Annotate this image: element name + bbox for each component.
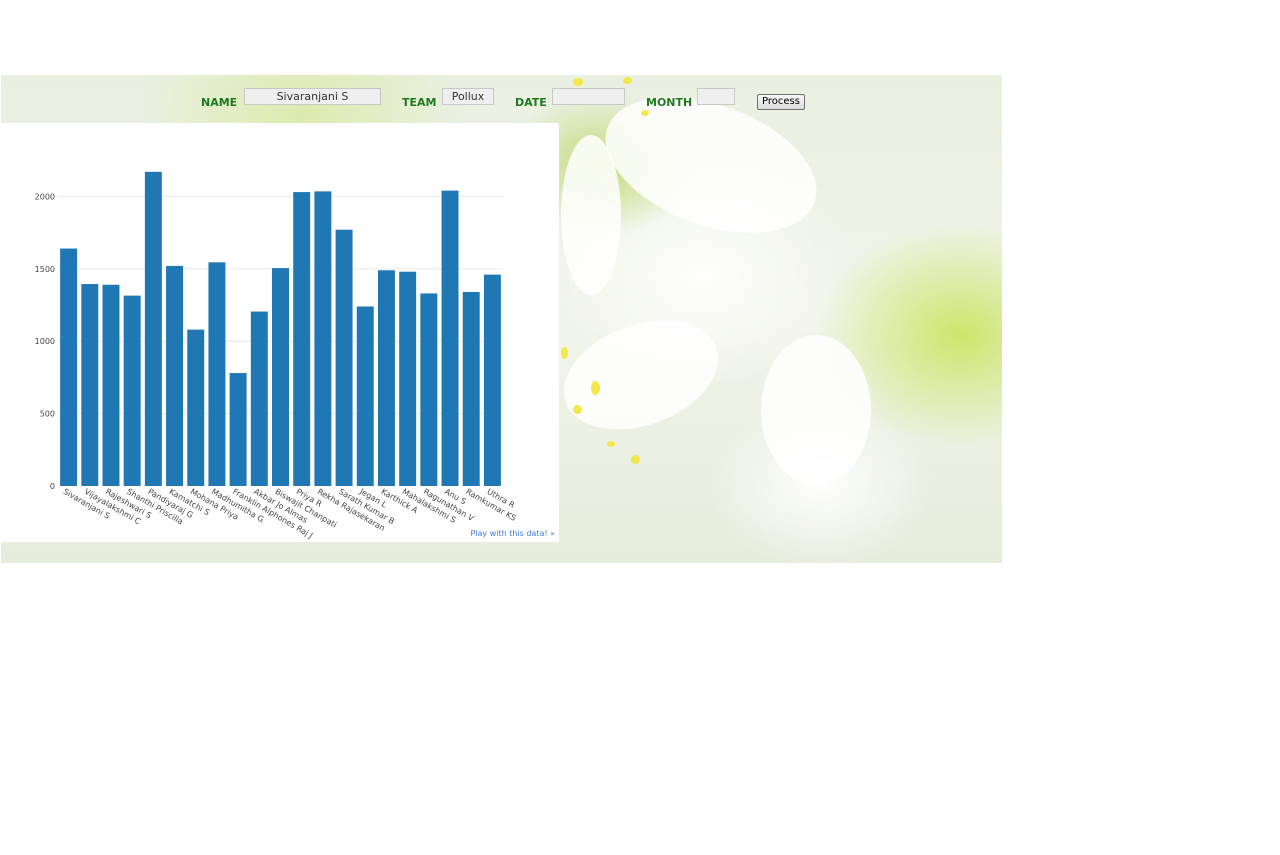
bar[interactable] [123,295,141,486]
bar[interactable] [229,373,247,486]
bar-chart: 0500100015002000Sivaranjani SVijayalaksh… [35,171,518,540]
bar[interactable] [335,229,353,486]
bar[interactable] [187,329,205,486]
process-button[interactable]: Process [757,94,805,110]
bar[interactable] [250,311,268,486]
bar[interactable] [144,171,162,486]
flower-stamen [573,405,582,414]
flower-stamen [591,381,600,395]
bar[interactable] [293,192,311,486]
bar[interactable] [60,248,78,486]
filter-form: NAME TEAM DATE MONTH Process [1,75,1002,122]
month-field[interactable] [697,88,735,105]
bar[interactable] [314,191,332,486]
bar[interactable] [166,265,184,486]
date-label: DATE [515,96,547,109]
bar[interactable] [102,284,120,486]
bar[interactable] [81,284,99,486]
team-label: TEAM [402,96,437,109]
bar[interactable] [483,274,501,486]
month-label: MONTH [646,96,693,109]
flower-stamen [631,455,640,464]
y-tick-label: 1000 [35,337,55,346]
y-tick-label: 1500 [35,265,55,274]
bar[interactable] [356,306,374,486]
chart-panel: 0 500 1000 1500 2000 Sivaranjani S Vijayalaksh… [1,123,559,542]
flower-stamen [561,347,568,359]
name-label: NAME [201,96,238,109]
y-tick-label: 0 [50,482,55,491]
name-field[interactable] [244,88,381,105]
y-tick-label: 2000 [35,192,55,201]
play-with-data-link[interactable]: Play with this data! » [470,529,555,538]
bar[interactable] [272,268,289,486]
bar[interactable] [441,190,459,486]
date-field[interactable] [552,88,625,105]
page-background: NAME TEAM DATE MONTH Process 0 500 1000 150… [1,75,1002,563]
flower-petal [561,135,621,295]
y-tick-label: 500 [40,410,55,419]
bar[interactable] [462,291,480,486]
flower-petal [548,300,734,450]
bar[interactable] [420,293,438,486]
flower-stamen [607,441,615,447]
bar[interactable] [377,270,395,486]
flower-petal [761,335,871,485]
bar[interactable] [208,262,226,486]
bar[interactable] [399,271,417,486]
team-field[interactable] [442,88,494,105]
